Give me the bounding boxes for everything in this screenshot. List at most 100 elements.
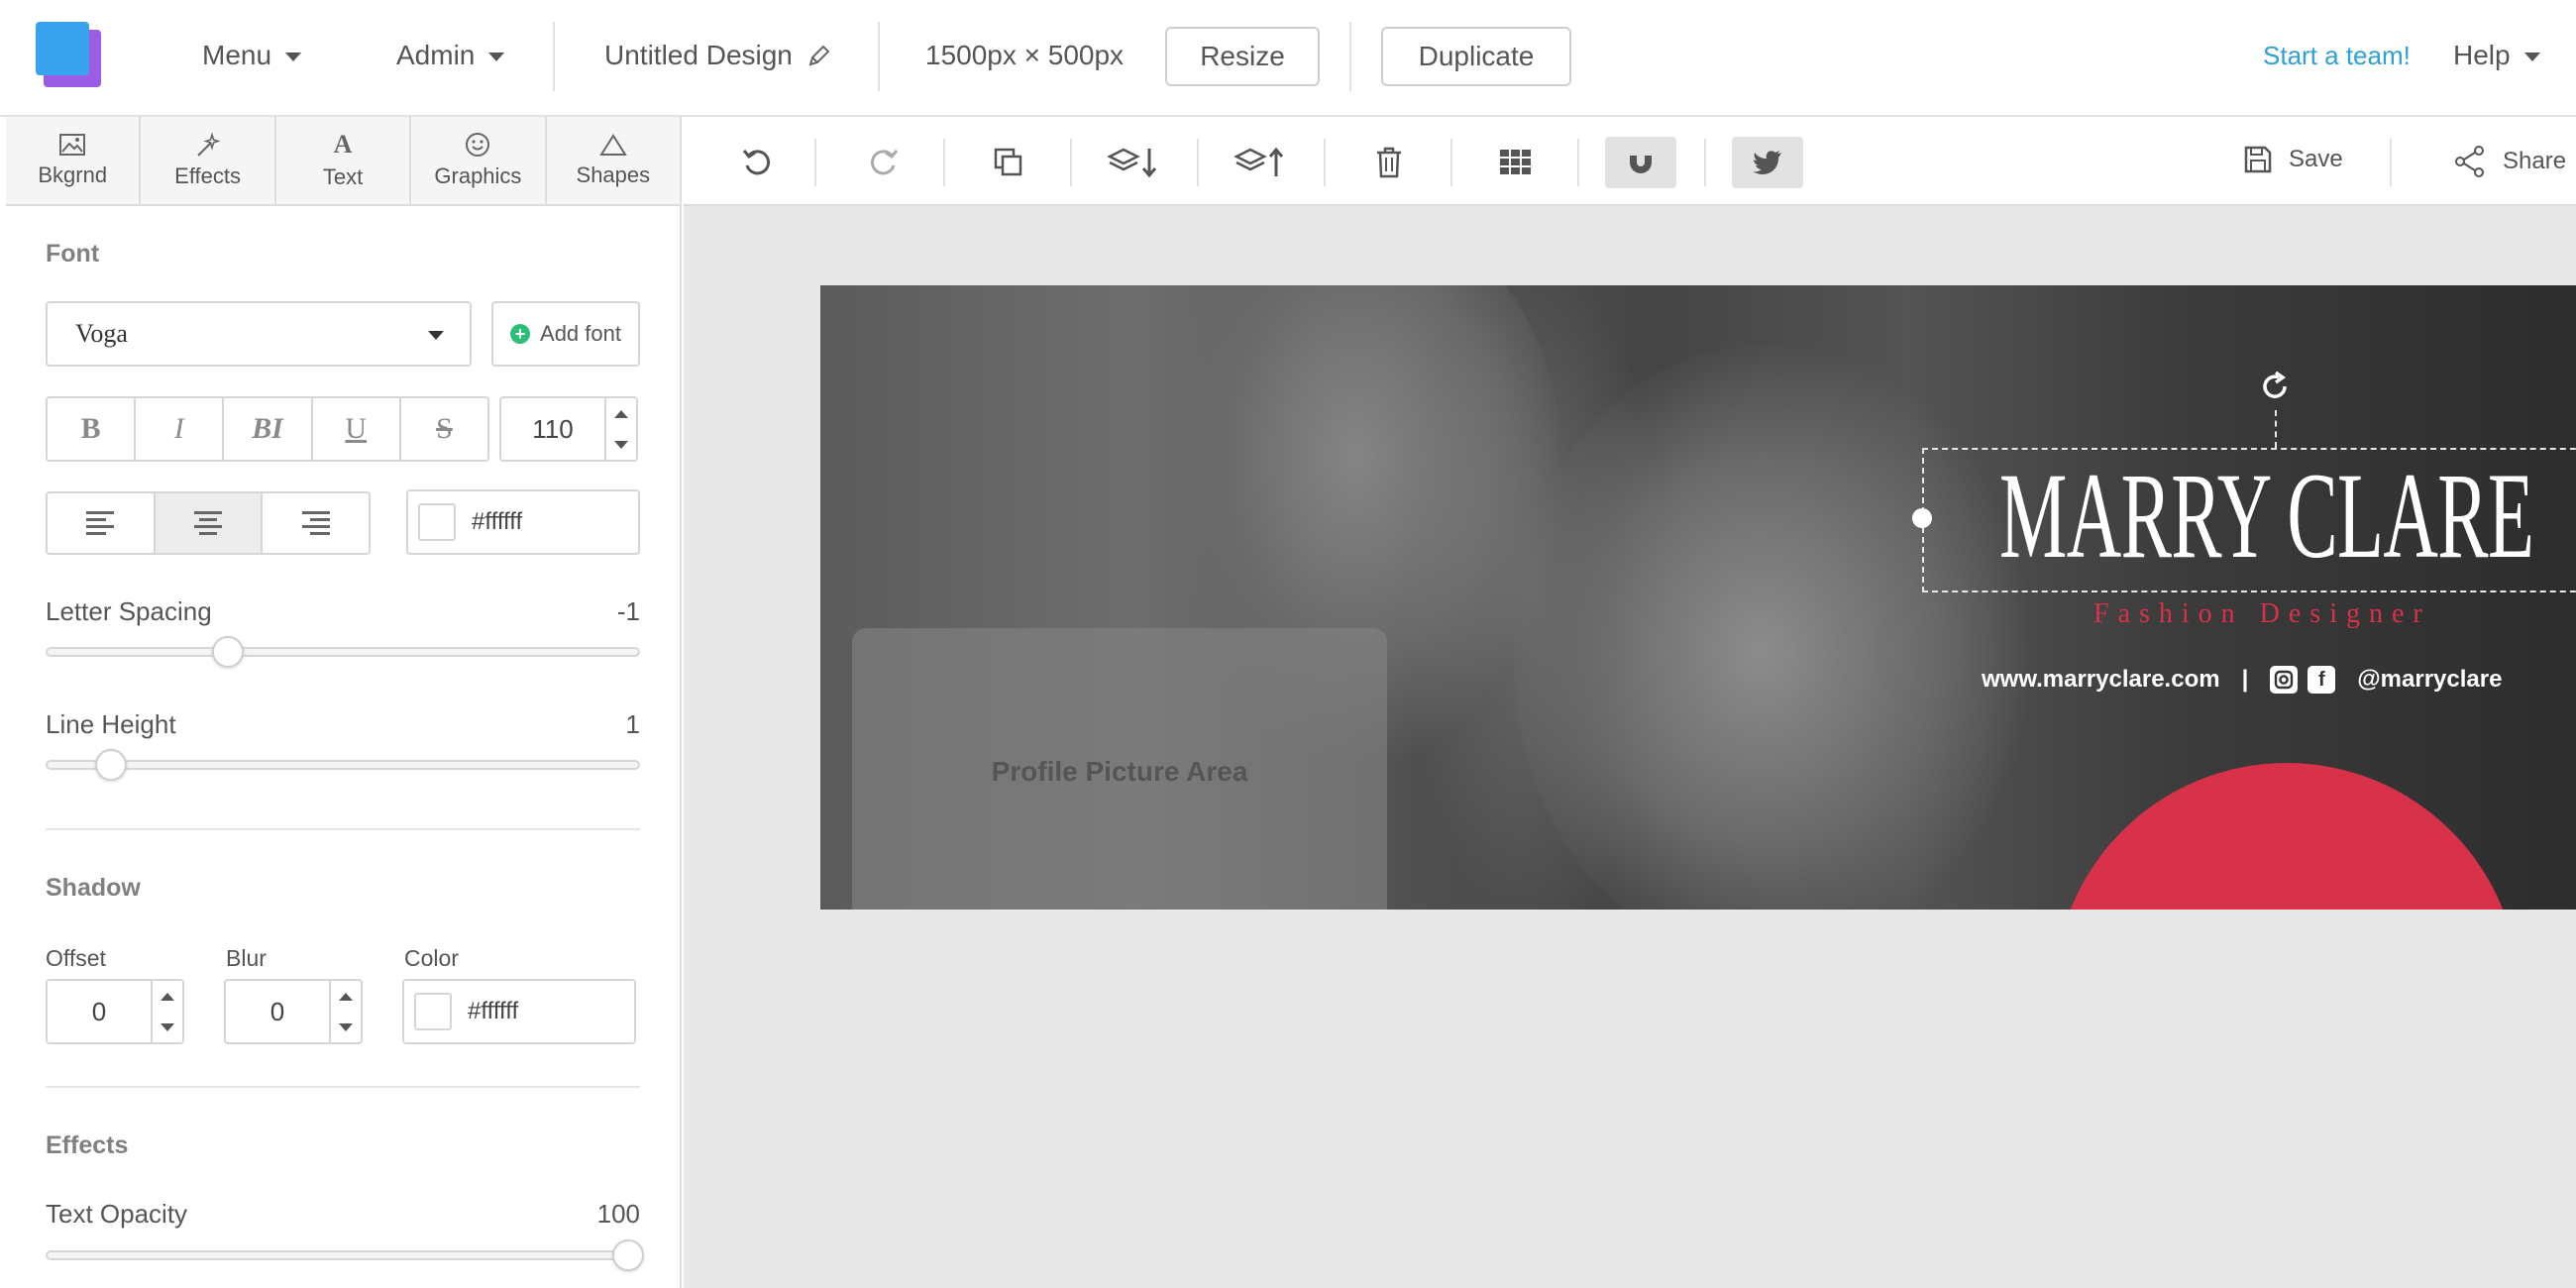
color-swatch[interactable] bbox=[414, 993, 452, 1030]
shadow-blur-value[interactable]: 0 bbox=[226, 981, 329, 1042]
website-text: www.marryclare.com bbox=[1982, 666, 2220, 693]
copy-button[interactable] bbox=[973, 137, 1044, 188]
selection-box[interactable] bbox=[1922, 448, 2576, 592]
text-opacity-slider[interactable] bbox=[46, 1250, 640, 1260]
resize-handle[interactable] bbox=[1912, 508, 1932, 528]
subtitle-text[interactable]: Fashion Designer bbox=[2093, 598, 2431, 630]
editor-toolbar: Save Share bbox=[684, 117, 2576, 206]
redo-button[interactable] bbox=[848, 137, 919, 188]
app-logo[interactable] bbox=[36, 22, 89, 75]
twitter-preview-button[interactable] bbox=[1732, 137, 1803, 188]
admin-dropdown[interactable]: Admin bbox=[396, 36, 505, 75]
menu-dropdown[interactable]: Menu bbox=[202, 36, 302, 75]
shadow-section-title: Shadow bbox=[46, 874, 141, 902]
social-icons: f bbox=[2270, 666, 2336, 694]
align-center-button[interactable] bbox=[155, 493, 264, 553]
help-label: Help bbox=[2453, 40, 2511, 70]
shadow-offset-stepper[interactable]: 0 bbox=[46, 979, 184, 1044]
resize-button[interactable]: Resize bbox=[1165, 27, 1320, 86]
font-select[interactable]: Voga bbox=[46, 301, 472, 367]
shadow-color-label: Color bbox=[404, 945, 459, 971]
align-left-button[interactable] bbox=[48, 493, 156, 553]
increment-button[interactable] bbox=[606, 398, 636, 429]
tab-text[interactable]: A Text bbox=[275, 117, 412, 204]
text-opacity-handle[interactable] bbox=[612, 1239, 644, 1271]
tab-label: Graphics bbox=[434, 163, 522, 188]
chevron-down-icon bbox=[488, 53, 505, 61]
design-canvas[interactable]: Profile Picture Area MARRY CLARE Fashion… bbox=[820, 285, 2576, 910]
decrement-button[interactable] bbox=[153, 1012, 182, 1042]
design-title[interactable]: Untitled Design bbox=[604, 36, 832, 75]
divider bbox=[943, 139, 945, 186]
bring-forward-icon bbox=[1234, 147, 1284, 176]
undo-button[interactable] bbox=[721, 137, 793, 188]
divider bbox=[814, 139, 816, 186]
line-height-handle[interactable] bbox=[95, 749, 127, 781]
decrement-button[interactable] bbox=[606, 429, 636, 460]
duplicate-button[interactable]: Duplicate bbox=[1381, 27, 1571, 86]
start-team-link[interactable]: Start a team! bbox=[2263, 36, 2411, 75]
snap-toggle[interactable] bbox=[1605, 137, 1676, 188]
color-swatch[interactable] bbox=[418, 503, 456, 541]
letter-spacing-slider[interactable] bbox=[46, 647, 640, 657]
magnet-icon bbox=[1630, 151, 1652, 173]
increment-button[interactable] bbox=[331, 981, 361, 1012]
save-button[interactable]: Save bbox=[2243, 145, 2343, 174]
share-button[interactable]: Share bbox=[2453, 145, 2566, 178]
profile-picture-area: Profile Picture Area bbox=[852, 628, 1387, 910]
align-center-icon bbox=[194, 511, 222, 535]
add-font-button[interactable]: + Add font bbox=[491, 301, 640, 367]
align-right-icon bbox=[301, 511, 330, 535]
design-title-text: Untitled Design bbox=[604, 40, 793, 70]
increment-button[interactable] bbox=[153, 981, 182, 1012]
bring-forward-button[interactable] bbox=[1227, 137, 1298, 188]
grid-button[interactable] bbox=[1480, 137, 1552, 188]
caret-up-icon bbox=[339, 992, 353, 1001]
caret-down-icon bbox=[614, 440, 628, 449]
font-style-group: B I BI U S bbox=[46, 396, 489, 462]
letter-spacing-handle[interactable] bbox=[212, 636, 244, 668]
font-color-field[interactable]: #ffffff bbox=[406, 489, 640, 555]
save-icon bbox=[2244, 146, 2272, 173]
delete-button[interactable] bbox=[1353, 137, 1425, 188]
social-handle-text: @marryclare bbox=[2357, 666, 2503, 693]
chevron-down-icon bbox=[285, 53, 302, 61]
font-size-value[interactable]: 110 bbox=[501, 398, 604, 460]
rotate-handle[interactable] bbox=[2257, 369, 2293, 412]
text-opacity-label: Text Opacity bbox=[46, 1199, 188, 1229]
twitter-icon bbox=[1753, 151, 1781, 174]
separator-text: | bbox=[2241, 666, 2249, 693]
profile-area-label: Profile Picture Area bbox=[991, 756, 1248, 787]
tab-shapes[interactable]: Shapes bbox=[546, 117, 681, 204]
shadow-offset-value[interactable]: 0 bbox=[48, 981, 151, 1042]
shadow-blur-stepper[interactable]: 0 bbox=[224, 979, 363, 1044]
tab-label: Effects bbox=[174, 163, 242, 188]
bold-italic-button[interactable]: BI bbox=[224, 398, 313, 460]
share-label: Share bbox=[2503, 148, 2567, 174]
shadow-color-field[interactable]: #ffffff bbox=[402, 979, 636, 1044]
grid-icon bbox=[1500, 150, 1531, 174]
divider bbox=[1197, 139, 1199, 186]
send-backward-button[interactable] bbox=[1100, 137, 1171, 188]
shadow-color-value: #ffffff bbox=[468, 998, 519, 1024]
help-dropdown[interactable]: Help bbox=[2453, 36, 2540, 75]
italic-button[interactable]: I bbox=[136, 398, 225, 460]
align-right-button[interactable] bbox=[263, 493, 369, 553]
top-bar: Menu Admin Untitled Design 1500px × 500p… bbox=[0, 0, 2576, 117]
facebook-icon: f bbox=[2308, 666, 2336, 694]
contact-line[interactable]: www.marryclare.com | f @marryclare bbox=[1982, 666, 2502, 694]
trash-icon bbox=[1377, 147, 1401, 178]
tab-graphics[interactable]: Graphics bbox=[411, 117, 547, 204]
tab-label: Bkgrnd bbox=[38, 162, 108, 187]
share-icon bbox=[2455, 146, 2484, 177]
divider bbox=[553, 22, 555, 91]
tab-background[interactable]: Bkgrnd bbox=[6, 117, 142, 204]
tab-effects[interactable]: Effects bbox=[141, 117, 276, 204]
decrement-button[interactable] bbox=[331, 1012, 361, 1042]
bold-button[interactable]: B bbox=[48, 398, 137, 460]
line-height-slider[interactable] bbox=[46, 760, 640, 770]
font-size-stepper[interactable]: 110 bbox=[499, 396, 638, 462]
underline-button[interactable]: U bbox=[312, 398, 401, 460]
strikethrough-button[interactable]: S bbox=[400, 398, 487, 460]
magic-wand-icon bbox=[196, 132, 221, 157]
